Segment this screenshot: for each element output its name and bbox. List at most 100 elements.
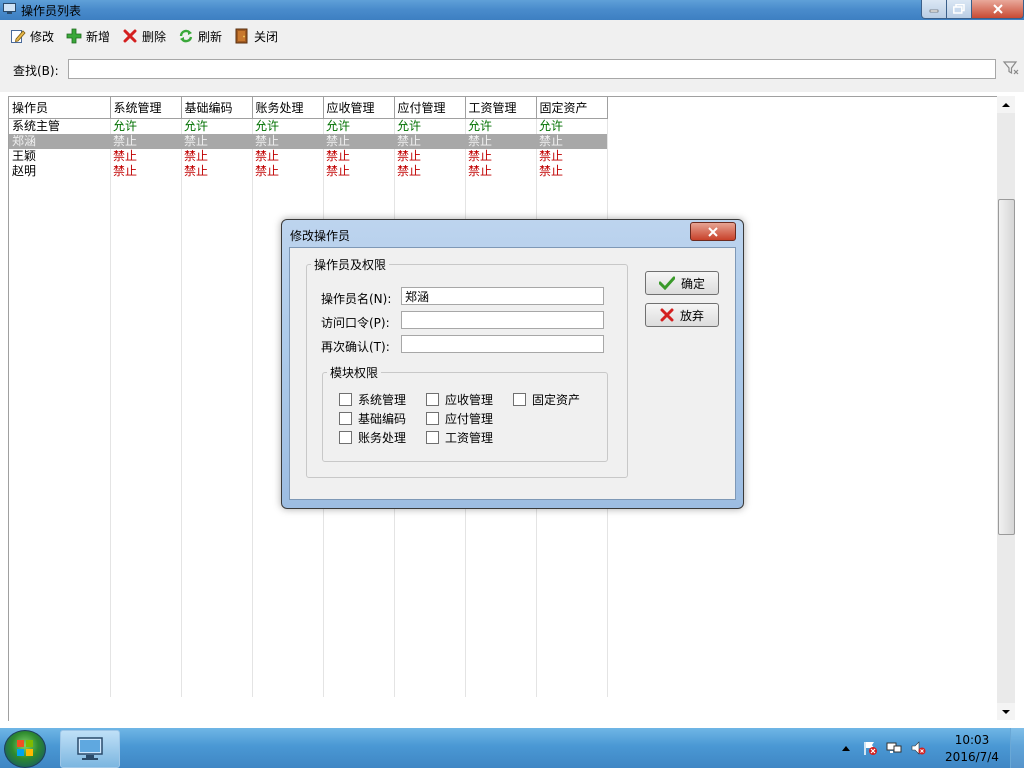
close-window-button[interactable] xyxy=(971,0,1024,19)
checkbox-box[interactable] xyxy=(339,412,352,425)
permission-cell: 禁止 xyxy=(255,149,280,163)
permission-cell: 禁止 xyxy=(536,134,607,149)
taskbar-app-button[interactable] xyxy=(60,730,120,768)
permission-cell: 禁止 xyxy=(113,149,138,163)
checkbox-label: 系统管理 xyxy=(358,393,407,407)
edit-button[interactable]: 修改 xyxy=(10,26,54,46)
delete-label: 删除 xyxy=(142,29,167,44)
password-field[interactable] xyxy=(401,311,604,329)
refresh-button[interactable]: 刷新 xyxy=(178,26,222,46)
checkbox-box[interactable] xyxy=(339,393,352,406)
show-desktop-button[interactable] xyxy=(1010,728,1024,768)
column-header-payable[interactable]: 应付管理 xyxy=(394,97,466,119)
permission-cell: 允许 xyxy=(397,119,422,133)
minimize-icon xyxy=(929,9,939,13)
close-icon xyxy=(992,4,1003,14)
checkbox-box[interactable] xyxy=(426,412,439,425)
system-clock[interactable]: 10:03 2016/7/4 xyxy=(938,732,1006,766)
checkbox-basic-coding[interactable]: 基础编码 xyxy=(339,410,406,427)
permission-cell: 禁止 xyxy=(539,149,564,163)
vertical-scrollbar[interactable] xyxy=(997,96,1015,720)
scrollbar-thumb[interactable] xyxy=(998,199,1015,535)
password-label: 访问口令(P): xyxy=(321,316,390,330)
permission-cell: 禁止 xyxy=(539,164,564,178)
confirm-password-field[interactable] xyxy=(401,335,604,353)
search-input[interactable] xyxy=(68,59,996,79)
column-header-basic[interactable]: 基础编码 xyxy=(181,97,253,119)
column-header-payroll[interactable]: 工资管理 xyxy=(465,97,537,119)
scroll-up-button[interactable] xyxy=(997,96,1015,113)
checkbox-box[interactable] xyxy=(426,393,439,406)
module-group-title: 模块权限 xyxy=(327,364,382,381)
column-header-system[interactable]: 系统管理 xyxy=(110,97,182,119)
permission-cell: 禁止 xyxy=(468,164,493,178)
clock-date: 2016/7/4 xyxy=(945,750,999,764)
table-row[interactable]: 系统主管 允许 允许 允许 允许 允许 允许 允许 xyxy=(9,119,607,135)
permission-cell: 禁止 xyxy=(326,149,351,163)
checkbox-fixed-assets[interactable]: 固定资产 xyxy=(513,391,580,408)
permission-cell: 禁止 xyxy=(323,134,394,149)
dialog-close-button[interactable] xyxy=(690,222,736,241)
operator-name-cell: 王颖 xyxy=(12,149,37,163)
toolbar: 修改 新增 删除 刷新 关闭 xyxy=(0,20,1024,50)
edit-icon xyxy=(11,30,26,43)
window-title-bar: 操作员列表 xyxy=(0,0,1024,20)
arrow-up-icon xyxy=(1002,102,1010,107)
operator-table: 操作员 系统管理 基础编码 账务处理 应收管理 应付管理 工资管理 固定资产 系… xyxy=(9,97,608,179)
permission-cell: 禁止 xyxy=(110,134,181,149)
column-header-receivable[interactable]: 应收管理 xyxy=(323,97,395,119)
checkbox-box[interactable] xyxy=(513,393,526,406)
table-row-selected[interactable]: 郑涵 禁止 禁止 禁止 禁止 禁止 禁止 禁止 xyxy=(9,134,607,149)
column-header-accounting[interactable]: 账务处理 xyxy=(252,97,324,119)
permission-cell: 禁止 xyxy=(255,164,280,178)
checkbox-system-management[interactable]: 系统管理 xyxy=(339,391,406,408)
edit-operator-dialog: 修改操作员 操作员及权限 操作员名(N): 郑涵 访问口令(P): 再次确认(T… xyxy=(281,219,744,509)
dialog-body: 操作员及权限 操作员名(N): 郑涵 访问口令(P): 再次确认(T): 模块权… xyxy=(289,247,736,500)
permission-cell: 禁止 xyxy=(184,164,209,178)
add-button[interactable]: 新增 xyxy=(66,26,110,46)
checkbox-payable-management[interactable]: 应付管理 xyxy=(426,410,493,427)
door-icon xyxy=(235,28,248,44)
permission-cell: 禁止 xyxy=(397,149,422,163)
permission-cell: 禁止 xyxy=(465,134,536,149)
group-title: 操作员及权限 xyxy=(311,256,390,273)
minimize-button[interactable] xyxy=(921,0,947,19)
restore-button[interactable] xyxy=(946,0,972,19)
table-row[interactable]: 赵明 禁止 禁止 禁止 禁止 禁止 禁止 禁止 xyxy=(9,164,607,179)
search-row: 查找(B): xyxy=(0,50,1024,92)
delete-button[interactable]: 删除 xyxy=(122,26,166,46)
checkbox-receivable-management[interactable]: 应收管理 xyxy=(426,391,493,408)
checkbox-label: 账务处理 xyxy=(358,431,407,445)
table-header-row: 操作员 系统管理 基础编码 账务处理 应收管理 应付管理 工资管理 固定资产 xyxy=(9,97,608,119)
monitor-icon xyxy=(77,737,103,760)
show-hidden-icons-icon[interactable] xyxy=(838,740,854,756)
table-row[interactable]: 王颖 禁止 禁止 禁止 禁止 禁止 禁止 禁止 xyxy=(9,149,607,164)
permission-cell: 允许 xyxy=(113,119,138,133)
refresh-icon xyxy=(179,29,193,43)
cancel-button[interactable]: 放弃 xyxy=(645,303,719,327)
permission-cell: 允许 xyxy=(539,119,564,133)
permission-cell: 禁止 xyxy=(184,149,209,163)
add-label: 新增 xyxy=(86,29,111,44)
network-icon[interactable] xyxy=(886,740,902,756)
close-button[interactable]: 关闭 xyxy=(234,26,278,46)
start-button[interactable] xyxy=(4,730,46,768)
checkbox-box[interactable] xyxy=(339,431,352,444)
column-header-assets[interactable]: 固定资产 xyxy=(536,97,608,119)
column-header-operator[interactable]: 操作员 xyxy=(9,97,111,119)
checkbox-payroll-management[interactable]: 工资管理 xyxy=(426,429,493,446)
operator-name-cell: 赵明 xyxy=(12,164,37,178)
checkbox-accounting[interactable]: 账务处理 xyxy=(339,429,406,446)
checkbox-box[interactable] xyxy=(426,431,439,444)
operator-name-field[interactable]: 郑涵 xyxy=(401,287,604,305)
action-center-flag-icon[interactable] xyxy=(862,740,878,756)
close-icon xyxy=(708,226,718,237)
search-label: 查找(B): xyxy=(13,64,59,78)
cancel-label: 放弃 xyxy=(679,308,704,323)
ok-button[interactable]: 确定 xyxy=(645,271,719,295)
scroll-down-button[interactable] xyxy=(997,703,1015,720)
taskbar: 10:03 2016/7/4 xyxy=(0,728,1024,768)
permission-cell: 禁止 xyxy=(397,164,422,178)
filter-icon[interactable] xyxy=(1002,59,1020,77)
volume-muted-icon[interactable] xyxy=(910,740,926,756)
